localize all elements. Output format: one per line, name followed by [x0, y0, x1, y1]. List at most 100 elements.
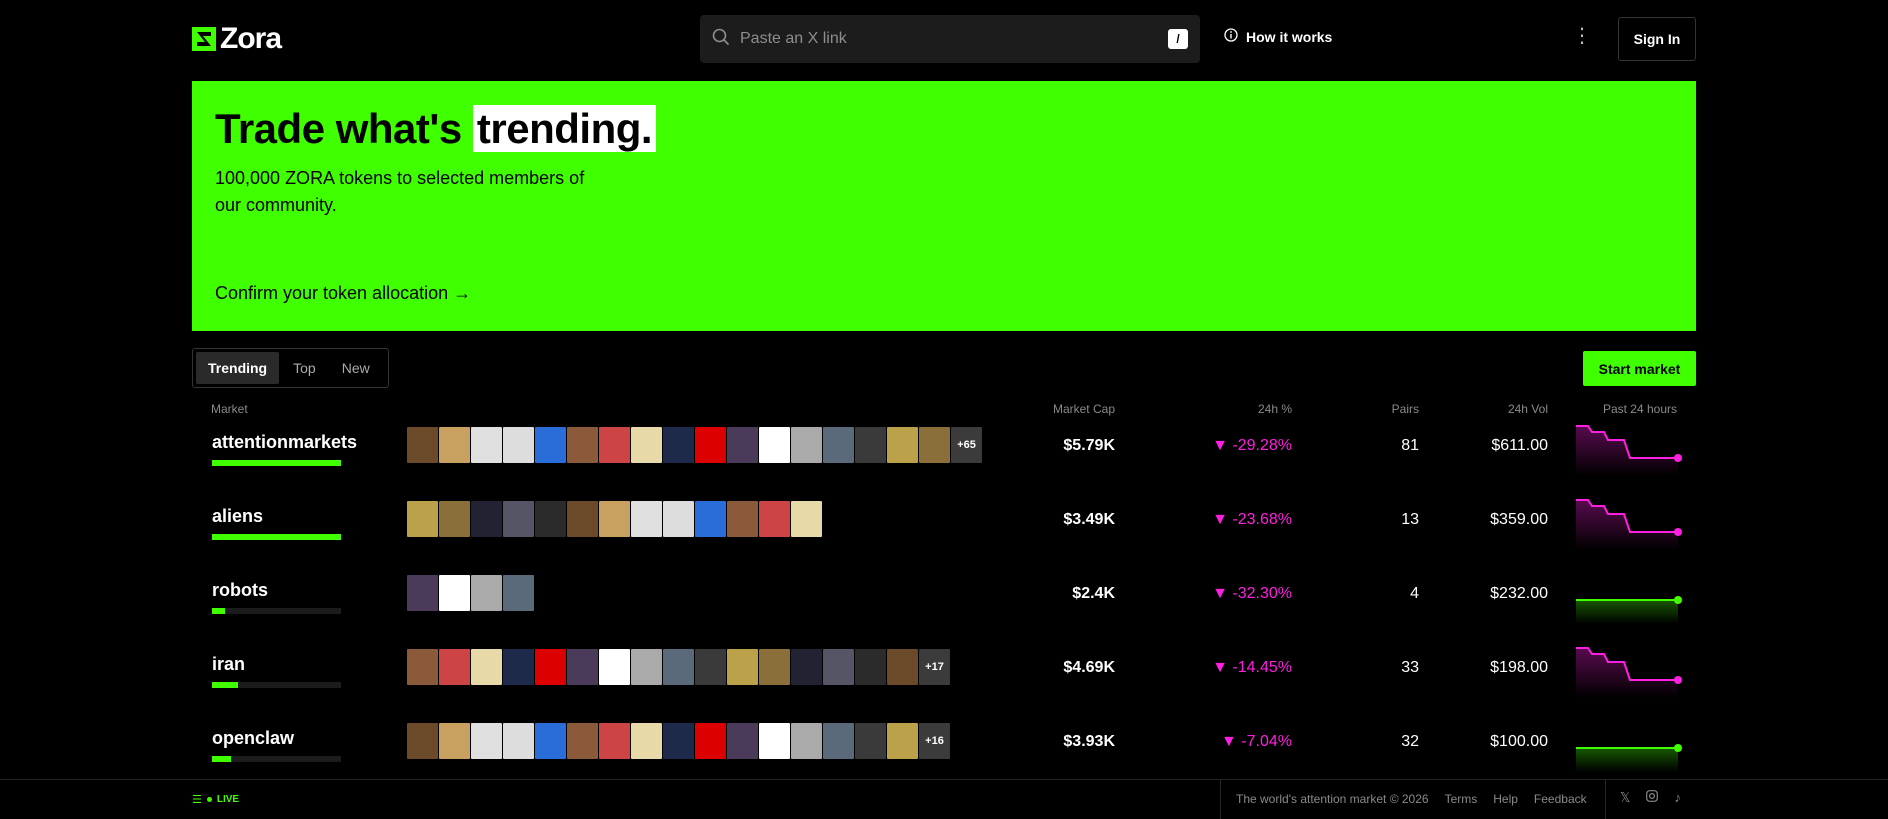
token-thumbnail[interactable]: [823, 427, 854, 463]
token-thumbnail[interactable]: [887, 649, 918, 685]
token-thumbnail[interactable]: [503, 501, 534, 537]
col-pairs[interactable]: Pairs: [1392, 402, 1419, 416]
market-name[interactable]: aliens: [212, 506, 263, 527]
token-thumbnail[interactable]: [535, 649, 566, 685]
token-thumbnail[interactable]: [791, 723, 822, 759]
tiktok-icon[interactable]: ♪: [1674, 790, 1681, 806]
instagram-icon[interactable]: [1646, 790, 1659, 806]
col-24h-change[interactable]: 24h %: [1258, 402, 1292, 416]
token-thumbnail[interactable]: [727, 723, 758, 759]
token-thumbnail[interactable]: [695, 649, 726, 685]
token-thumbnail[interactable]: [599, 723, 630, 759]
token-thumbnail[interactable]: [855, 427, 886, 463]
search-box[interactable]: /: [700, 15, 1200, 63]
market-name[interactable]: robots: [212, 580, 268, 601]
token-thumbnail[interactable]: [407, 723, 438, 759]
token-thumbnail[interactable]: [567, 649, 598, 685]
token-thumbnail[interactable]: [631, 723, 662, 759]
token-thumbnail[interactable]: [503, 427, 534, 463]
token-thumbnail[interactable]: [663, 427, 694, 463]
col-24h-volume[interactable]: 24h Vol: [1508, 402, 1548, 416]
tab-top[interactable]: Top: [281, 352, 328, 384]
x-icon[interactable]: 𝕏: [1620, 790, 1630, 806]
token-thumbnail[interactable]: [439, 501, 470, 537]
col-market-cap[interactable]: Market Cap: [1053, 402, 1115, 416]
sign-in-button[interactable]: Sign In: [1618, 17, 1696, 61]
token-thumbnail[interactable]: [887, 427, 918, 463]
token-thumbnail[interactable]: [471, 723, 502, 759]
token-thumbnail[interactable]: [727, 649, 758, 685]
token-thumbnail[interactable]: [759, 427, 790, 463]
token-thumbnail[interactable]: [791, 649, 822, 685]
token-thumbnail[interactable]: [439, 427, 470, 463]
live-indicator[interactable]: ☰ LIVE: [192, 793, 239, 806]
token-thumbnail[interactable]: [823, 649, 854, 685]
token-thumbnail[interactable]: [791, 501, 822, 537]
token-thumbnail[interactable]: [887, 723, 918, 759]
token-thumbnail[interactable]: [471, 427, 502, 463]
token-thumbnail[interactable]: [407, 427, 438, 463]
token-thumbnail[interactable]: [439, 723, 470, 759]
token-thumbnail[interactable]: [471, 501, 502, 537]
token-thumbnail[interactable]: [663, 501, 694, 537]
token-thumbnail[interactable]: [567, 501, 598, 537]
token-thumbnail[interactable]: [599, 501, 630, 537]
token-thumbnail[interactable]: [599, 649, 630, 685]
token-thumbnail[interactable]: [471, 575, 502, 611]
token-thumbnail[interactable]: [567, 723, 598, 759]
token-thumbnail[interactable]: [663, 649, 694, 685]
token-thumbnail[interactable]: [695, 427, 726, 463]
token-thumbnail[interactable]: [407, 501, 438, 537]
token-thumbnail[interactable]: [695, 723, 726, 759]
footer-link-terms[interactable]: Terms: [1445, 792, 1478, 806]
token-thumbnail[interactable]: [759, 723, 790, 759]
token-thumbnail[interactable]: [407, 575, 438, 611]
token-thumbnail[interactable]: [855, 649, 886, 685]
token-thumbnail[interactable]: [727, 501, 758, 537]
table-row[interactable]: iran +17 $4.69K ▼ -14.45% 33 $198.00: [0, 644, 1888, 718]
token-thumbnail[interactable]: [759, 501, 790, 537]
token-thumbnail[interactable]: [535, 501, 566, 537]
token-thumbnail[interactable]: [695, 501, 726, 537]
token-thumbnail[interactable]: [535, 427, 566, 463]
token-thumbnail[interactable]: [503, 649, 534, 685]
footer-link-feedback[interactable]: Feedback: [1534, 792, 1587, 806]
confirm-allocation-link[interactable]: Confirm your token allocation →: [215, 283, 471, 304]
more-menu-icon[interactable]: ⋮: [1572, 26, 1592, 46]
token-thumbnail[interactable]: [439, 649, 470, 685]
start-market-button[interactable]: Start market: [1583, 351, 1696, 386]
how-it-works-link[interactable]: How it works: [1224, 28, 1332, 45]
token-thumbnail[interactable]: [471, 649, 502, 685]
token-thumbnail[interactable]: [631, 501, 662, 537]
token-thumbnail[interactable]: [631, 427, 662, 463]
tab-new[interactable]: New: [330, 352, 382, 384]
token-thumbnail[interactable]: [631, 649, 662, 685]
token-thumbnail[interactable]: [663, 723, 694, 759]
market-name[interactable]: openclaw: [212, 728, 294, 749]
token-thumbnail[interactable]: [439, 575, 470, 611]
token-thumbnail[interactable]: [599, 427, 630, 463]
tab-trending[interactable]: Trending: [196, 352, 280, 384]
token-thumbnail[interactable]: [503, 575, 534, 611]
token-thumbnail[interactable]: [919, 427, 950, 463]
footer-link-help[interactable]: Help: [1493, 792, 1518, 806]
token-thumbnail[interactable]: [823, 723, 854, 759]
token-thumbnail[interactable]: [535, 723, 566, 759]
table-row[interactable]: robots $2.4K ▼ -32.30% 4 $232.00: [0, 570, 1888, 644]
token-thumbnail[interactable]: [503, 723, 534, 759]
token-thumbnail[interactable]: [567, 427, 598, 463]
market-name[interactable]: attentionmarkets: [212, 432, 357, 453]
token-thumbnail[interactable]: [855, 723, 886, 759]
more-tokens-badge[interactable]: +65: [951, 427, 982, 463]
token-thumbnail[interactable]: [727, 427, 758, 463]
token-thumbnail[interactable]: [791, 427, 822, 463]
market-name[interactable]: iran: [212, 654, 245, 675]
table-row[interactable]: attentionmarkets +65 $5.79K ▼ -29.28% 81…: [0, 422, 1888, 496]
table-row[interactable]: aliens $3.49K ▼ -23.68% 13 $359.00: [0, 496, 1888, 570]
token-thumbnail[interactable]: [759, 649, 790, 685]
token-thumbnail[interactable]: [407, 649, 438, 685]
more-tokens-badge[interactable]: +16: [919, 723, 950, 759]
zora-logo[interactable]: Zora: [192, 22, 282, 56]
more-tokens-badge[interactable]: +17: [919, 649, 950, 685]
search-input[interactable]: [740, 30, 1168, 48]
